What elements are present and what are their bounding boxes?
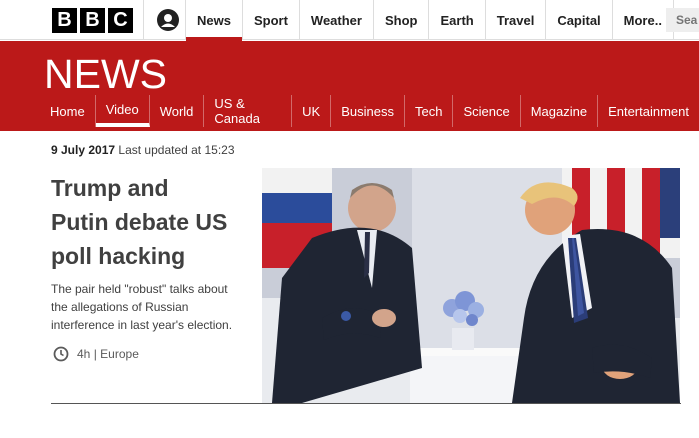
summary-line: The pair held "robust" talks about — [51, 282, 228, 296]
article-photo[interactable] — [262, 168, 680, 403]
topnav-sport[interactable]: Sport — [243, 0, 300, 40]
summary-line: interference in last year's election. — [51, 318, 233, 332]
secnav-science[interactable]: Science — [453, 95, 521, 127]
divider-rule — [51, 403, 681, 404]
headline-line: Trump and — [51, 175, 169, 201]
topnav-more[interactable]: More.. — [613, 0, 674, 40]
bbc-logo[interactable]: B B C — [52, 8, 133, 33]
top-bar: B B C News Sport Weather Shop Earth Trav… — [0, 0, 699, 41]
article-age: 4h — [77, 347, 91, 361]
logo-letter-1: B — [52, 8, 77, 33]
meta-separator: | — [93, 347, 97, 361]
secnav-world[interactable]: World — [150, 95, 205, 127]
secnav-business[interactable]: Business — [331, 95, 405, 127]
news-masthead: NEWS Home Video World US & Canada UK Bus… — [0, 41, 699, 131]
clock-icon — [53, 346, 69, 362]
secnav-uk[interactable]: UK — [292, 95, 332, 127]
topnav-news[interactable]: News — [186, 0, 243, 41]
topnav-travel[interactable]: Travel — [486, 0, 547, 40]
article-meta: 4h | Europe — [53, 346, 139, 362]
topnav-capital[interactable]: Capital — [546, 0, 613, 40]
logo-letter-2: B — [80, 8, 105, 33]
article-summary: The pair held "robust" talks about the a… — [51, 280, 251, 334]
summary-line: the allegations of Russian — [51, 300, 189, 314]
last-updated: Last updated at 15:23 — [118, 143, 235, 157]
topnav-earth[interactable]: Earth — [429, 0, 486, 40]
secnav-video[interactable]: Video — [95, 95, 150, 127]
secnav-magazine[interactable]: Magazine — [521, 95, 599, 127]
divider — [143, 0, 144, 40]
secnav-tech[interactable]: Tech — [405, 95, 454, 127]
logo-letter-3: C — [108, 8, 133, 33]
article-headline[interactable]: Trump and Putin debate US poll hacking — [51, 171, 251, 273]
user-icon[interactable] — [156, 8, 180, 32]
headline-line: Putin debate US — [51, 209, 228, 235]
secnav-us-canada[interactable]: US & Canada — [204, 95, 293, 127]
secnav-entertainment[interactable]: Entertainment — [598, 95, 699, 127]
top-nav: News Sport Weather Shop Earth Travel Cap… — [186, 0, 674, 41]
dateline: 9 July 2017 Last updated at 15:23 — [51, 143, 235, 157]
headline-line: poll hacking — [51, 243, 186, 269]
photo-illustration — [262, 168, 680, 403]
search-input[interactable] — [666, 8, 699, 32]
section-title[interactable]: NEWS — [44, 51, 167, 98]
secnav-home[interactable]: Home — [40, 95, 96, 127]
topnav-shop[interactable]: Shop — [374, 0, 430, 40]
topnav-weather[interactable]: Weather — [300, 0, 374, 40]
article-section-link[interactable]: Europe — [100, 347, 139, 361]
section-nav: Home Video World US & Canada UK Business… — [40, 93, 699, 131]
article-date: 9 July 2017 — [51, 143, 116, 157]
